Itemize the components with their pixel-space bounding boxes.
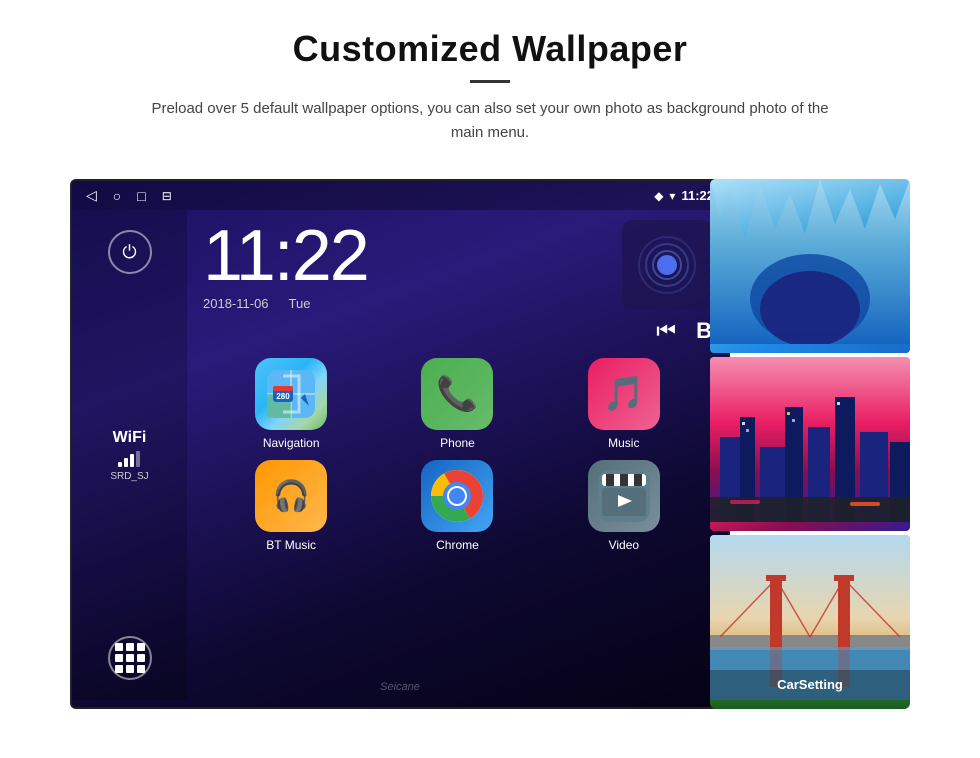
wifi-status-icon: ▾: [669, 189, 675, 203]
wifi-bar-3: [130, 454, 134, 467]
title-divider: [470, 80, 510, 83]
watermark: Seicane: [380, 681, 420, 693]
media-controls: ⏮ B: [656, 318, 712, 344]
clock-time: 11:22: [203, 220, 606, 292]
app-grid: 280 Navigation 📞: [203, 358, 712, 552]
navigation-icon: 280: [255, 358, 327, 430]
video-label: Video: [609, 538, 639, 552]
clock-day-value: Tue: [289, 296, 311, 311]
grid-dot: [126, 665, 134, 673]
clock-block: 11:22 2018-11-06 Tue: [203, 220, 606, 311]
back-icon: ◁: [86, 187, 97, 204]
grid-dot: [137, 643, 145, 651]
clock-date-value: 2018-11-06: [203, 296, 269, 311]
music-icon: 🎵: [588, 358, 660, 430]
main-content: ⏻ WiFi SRD_SJ: [72, 210, 728, 700]
app-item-navigation[interactable]: 280 Navigation: [213, 358, 369, 450]
video-svg: [598, 470, 650, 522]
ice-svg: [710, 179, 910, 344]
grid-dot: [115, 665, 123, 673]
wifi-bar-1: [118, 462, 122, 467]
signal-visual: [637, 235, 697, 295]
page-subtitle: Preload over 5 default wallpaper options…: [140, 97, 840, 145]
title-section: Customized Wallpaper Preload over 5 defa…: [140, 28, 840, 169]
signal-dot: [657, 255, 677, 275]
app-item-music[interactable]: 🎵 Music: [546, 358, 702, 450]
wallpaper-thumb-bridge[interactable]: CarSetting: [710, 535, 910, 709]
phone-icon: 📞: [421, 358, 493, 430]
app-item-video[interactable]: Video: [546, 460, 702, 552]
btmusic-icon: 🎧: [255, 460, 327, 532]
recents-icon: □: [137, 188, 145, 204]
signal-widget: [622, 220, 712, 310]
phone-label: Phone: [440, 436, 475, 450]
bridge-svg: CarSetting: [710, 535, 910, 700]
location-icon: ◆: [654, 189, 663, 203]
grid-dot: [126, 643, 134, 651]
wifi-bar-4: [136, 451, 140, 467]
video-icon: [588, 460, 660, 532]
clock-area: 11:22 2018-11-06 Tue: [187, 210, 728, 700]
screenshot-icon: ⊟: [162, 189, 172, 203]
clock-widgets-row: 11:22 2018-11-06 Tue: [203, 220, 712, 344]
music-symbol: 🎵: [603, 374, 645, 414]
wallpaper-thumbnails: CarSetting: [710, 179, 910, 709]
apps-grid-icon: [115, 643, 145, 673]
apps-button[interactable]: [108, 636, 152, 680]
nav-map-svg: 280: [263, 366, 319, 422]
chrome-svg: [431, 470, 483, 522]
power-button[interactable]: ⏻: [108, 230, 152, 274]
wifi-bar-2: [124, 458, 128, 467]
status-bar-right: ◆ ▾ 11:22: [654, 188, 714, 203]
sidebar: ⏻ WiFi SRD_SJ: [72, 210, 187, 700]
prev-track-icon[interactable]: ⏮: [656, 318, 676, 344]
svg-text:CarSetting: CarSetting: [777, 677, 843, 692]
page-title: Customized Wallpaper: [140, 28, 840, 70]
wallpaper-thumb-city[interactable]: [710, 357, 910, 531]
chrome-label: Chrome: [436, 538, 479, 552]
svg-text:280: 280: [276, 392, 290, 401]
wifi-label: WiFi: [110, 429, 148, 447]
music-label: Music: [608, 436, 639, 450]
grid-dot: [126, 654, 134, 662]
wifi-bars: [110, 451, 148, 467]
wifi-info: WiFi SRD_SJ: [110, 429, 148, 482]
navigation-label: Navigation: [263, 436, 320, 450]
phone-symbol: 📞: [436, 374, 478, 414]
app-item-chrome[interactable]: Chrome: [379, 460, 535, 552]
wifi-ssid: SRD_SJ: [110, 471, 148, 482]
app-item-phone[interactable]: 📞 Phone: [379, 358, 535, 450]
grid-dot: [137, 665, 145, 673]
chrome-icon: [421, 460, 493, 532]
wallpaper-thumb-ice[interactable]: [710, 179, 910, 353]
home-icon: ○: [113, 188, 121, 204]
app-item-btmusic[interactable]: 🎧 BT Music: [213, 460, 369, 552]
grid-dot: [137, 654, 145, 662]
power-icon: ⏻: [122, 242, 136, 263]
clock-date: 2018-11-06 Tue: [203, 296, 606, 311]
status-bar: ◁ ○ □ ⊟ ◆ ▾ 11:22: [72, 181, 728, 210]
grid-dot: [115, 654, 123, 662]
city-svg: [710, 357, 910, 522]
bluetooth-symbol: 🎧: [272, 479, 309, 514]
status-bar-left: ◁ ○ □ ⊟: [86, 187, 172, 204]
android-screen: ◁ ○ □ ⊟ ◆ ▾ 11:22 ⏻: [70, 179, 730, 709]
widget-area: ⏮ B: [622, 220, 712, 344]
btmusic-label: BT Music: [266, 538, 316, 552]
grid-dot: [115, 643, 123, 651]
screen-container: ◁ ○ □ ⊟ ◆ ▾ 11:22 ⏻: [70, 179, 910, 709]
